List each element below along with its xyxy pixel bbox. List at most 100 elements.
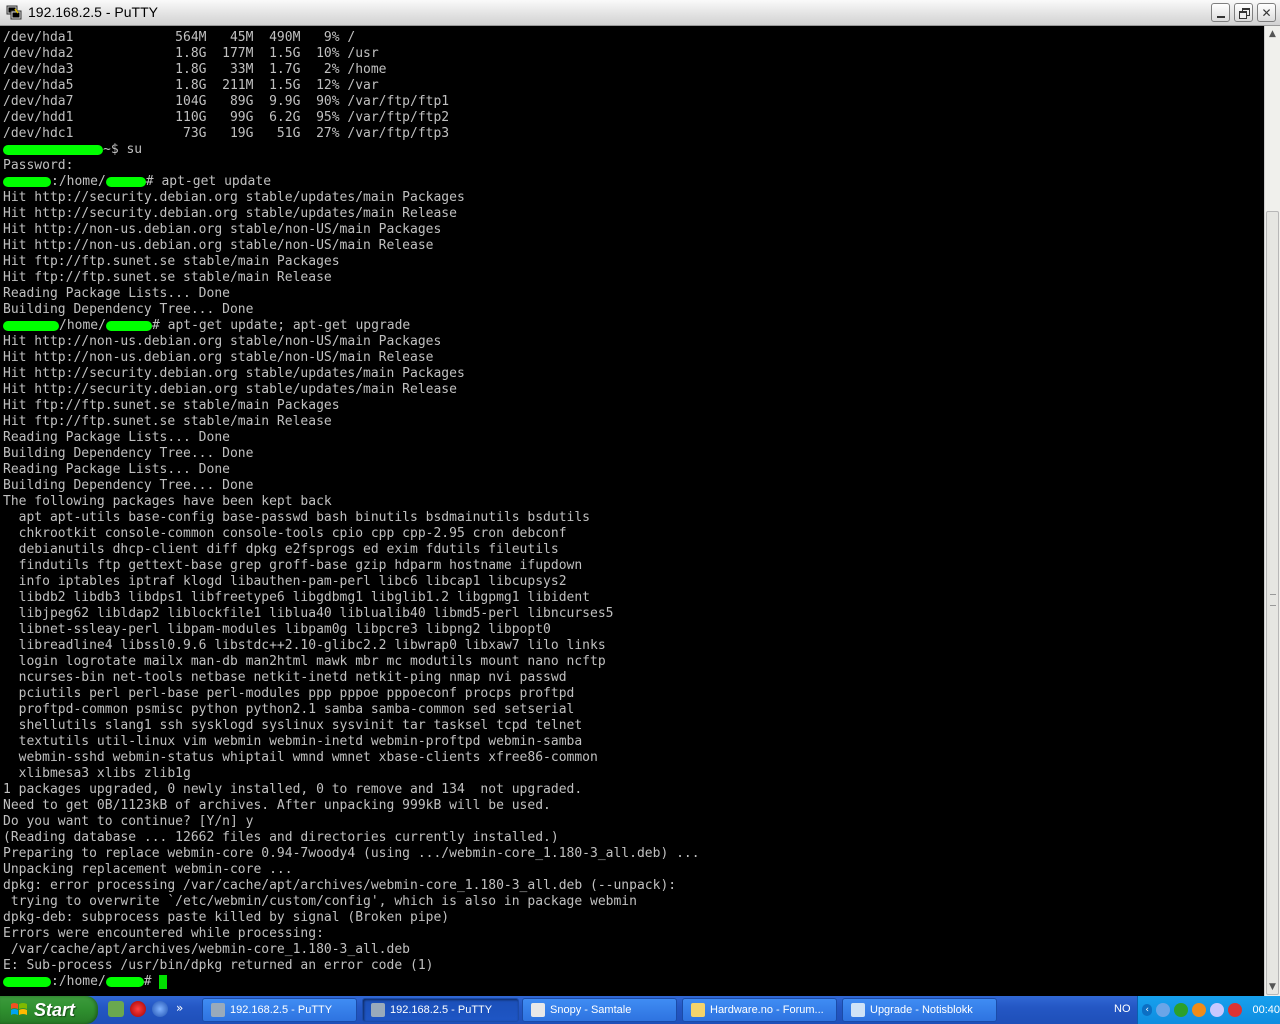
terminal-line: Building Dependency Tree... Done: [3, 478, 254, 493]
internet-explorer-icon[interactable]: [152, 1001, 168, 1017]
terminal-line: ncurses-bin net-tools netbase netkit-ine…: [3, 670, 567, 685]
scrollbar-thumb[interactable]: [1266, 211, 1279, 995]
terminal-line: /dev/hdd1 110G 99G 6.2G 95% /var/ftp/ftp…: [3, 110, 450, 125]
restore-icon: [1238, 7, 1250, 19]
task-label: 192.168.2.5 - PuTTY: [390, 1004, 493, 1016]
messenger-icon[interactable]: [1174, 1003, 1189, 1017]
close-icon: ✕: [1261, 5, 1272, 20]
redacted-text: [105, 176, 146, 187]
redacted-text: [3, 976, 51, 987]
system-tray: ‹ 00:40: [1137, 996, 1280, 1024]
redacted-text: [105, 320, 152, 331]
terminal-line: trying to overwrite `/etc/webmin/custom/…: [3, 894, 637, 909]
terminal-line: Hit ftp://ftp.sunet.se stable/main Packa…: [3, 398, 340, 413]
terminal-line: Reading Package Lists... Done: [3, 462, 230, 477]
close-button[interactable]: ✕: [1257, 3, 1276, 22]
firefox-icon[interactable]: [1192, 1003, 1207, 1017]
terminal-line: /home/# apt-get update; apt-get upgrade: [3, 318, 700, 334]
terminal-line: Reading Package Lists... Done: [3, 286, 230, 301]
terminal-line: :/home/# apt-get update: [3, 174, 700, 190]
task-putty-2[interactable]: 192.168.2.5 - PuTTY: [362, 998, 519, 1022]
terminal-line: apt apt-utils base-config base-passwd ba…: [3, 510, 590, 525]
vertical-scrollbar[interactable]: ▲ ▼: [1264, 26, 1280, 996]
users-icon[interactable]: [1210, 1003, 1225, 1017]
terminal-line: Hit http://non-us.debian.org stable/non-…: [3, 222, 442, 237]
clock: 00:40: [1252, 1004, 1280, 1016]
terminal-line: Hit http://non-us.debian.org stable/non-…: [3, 350, 434, 365]
terminal-line: 1 packages upgraded, 0 newly installed, …: [3, 782, 583, 797]
tray-expand-icon[interactable]: ‹: [1142, 1004, 1153, 1016]
terminal-line: /dev/hda3 1.8G 33M 1.7G 2% /home: [3, 62, 387, 77]
redacted-text: [105, 976, 144, 987]
language-indicator[interactable]: NO: [1114, 1003, 1131, 1015]
title-bar[interactable]: 192.168.2.5 - PuTTY ✕: [0, 0, 1280, 26]
terminal-area[interactable]: /dev/hda1 564M 45M 490M 9% //dev/hda2 1.…: [0, 26, 1264, 996]
maximize-button[interactable]: [1234, 3, 1253, 22]
terminal-cursor: [159, 974, 168, 989]
task-label: Upgrade - Notisblokk: [870, 1004, 973, 1016]
terminal-line: Hit ftp://ftp.sunet.se stable/main Relea…: [3, 414, 332, 429]
show-desktop-icon[interactable]: [108, 1001, 124, 1017]
terminal-line: Building Dependency Tree... Done: [3, 302, 254, 317]
quick-launch: »: [108, 1001, 183, 1019]
task-putty-1[interactable]: 192.168.2.5 - PuTTY: [202, 998, 357, 1022]
task-label: Snopy - Samtale: [550, 1004, 632, 1016]
terminal-line: dpkg-deb: subprocess paste killed by sig…: [3, 910, 450, 925]
terminal-line: ~$ su: [3, 142, 700, 158]
terminal-line: Hit ftp://ftp.sunet.se stable/main Packa…: [3, 254, 340, 269]
terminal-output: /dev/hda1 564M 45M 490M 9% //dev/hda2 1.…: [3, 30, 700, 990]
chat-icon: [531, 1003, 545, 1017]
terminal-line: Do you want to continue? [Y/n] y: [3, 814, 254, 829]
media-player-icon[interactable]: [130, 1001, 146, 1017]
terminal-line: E: Sub-process /usr/bin/dpkg returned an…: [3, 958, 434, 973]
scroll-down-arrow-icon[interactable]: ▼: [1265, 979, 1280, 995]
terminal-line: /var/cache/apt/archives/webmin-core_1.18…: [3, 942, 410, 957]
task-browser[interactable]: Hardware.no - Forum...: [682, 998, 837, 1022]
terminal-line: info iptables iptraf klogd libauthen-pam…: [3, 574, 567, 589]
network-icon[interactable]: [1156, 1003, 1171, 1017]
task-snopy[interactable]: Snopy - Samtale: [522, 998, 677, 1022]
scrollbar-grip-icon: [1270, 594, 1276, 606]
terminal-line: /dev/hda7 104G 89G 9.9G 90% /var/ftp/ftp…: [3, 94, 450, 109]
putty-window: 192.168.2.5 - PuTTY ✕ /dev/hda1 564M 45M…: [0, 0, 1280, 996]
terminal-line: xlibmesa3 xlibs zlib1g: [3, 766, 191, 781]
terminal-line: (Reading database ... 12662 files and di…: [3, 830, 559, 845]
terminal-line: Hit http://security.debian.org stable/up…: [3, 382, 457, 397]
notepad-icon: [851, 1003, 865, 1017]
terminal-line: Building Dependency Tree... Done: [3, 446, 254, 461]
terminal-line: /dev/hdc1 73G 19G 51G 27% /var/ftp/ftp3: [3, 126, 450, 141]
terminal-line: /dev/hda5 1.8G 211M 1.5G 12% /var: [3, 78, 379, 93]
quicklaunch-more-icon[interactable]: »: [176, 1001, 183, 1019]
windows-logo-icon: [11, 1003, 27, 1015]
terminal-line: libnet-ssleay-perl libpam-modules libpam…: [3, 622, 551, 637]
start-button[interactable]: Start: [0, 996, 98, 1024]
task-label: Hardware.no - Forum...: [710, 1004, 824, 1016]
redacted-text: [3, 176, 51, 187]
terminal-line: Preparing to replace webmin-core 0.94-7w…: [3, 846, 700, 861]
terminal-line: shellutils slang1 ssh sysklogd syslinux …: [3, 718, 583, 733]
terminal-line: Hit http://security.debian.org stable/up…: [3, 206, 457, 221]
terminal-line: webmin-sshd webmin-status whiptail wmnd …: [3, 750, 598, 765]
task-notepad[interactable]: Upgrade - Notisblokk: [842, 998, 997, 1022]
terminal-line: proftpd-common psmisc python python2.1 s…: [3, 702, 575, 717]
terminal-line: libreadline4 libssl0.9.6 libstdc++2.10-g…: [3, 638, 606, 653]
terminal-line: The following packages have been kept ba…: [3, 494, 332, 509]
terminal-line: Hit http://non-us.debian.org stable/non-…: [3, 334, 442, 349]
terminal-line: Need to get 0B/1123kB of archives. After…: [3, 798, 551, 813]
terminal-line: Hit http://security.debian.org stable/up…: [3, 366, 465, 381]
minimize-button[interactable]: [1211, 3, 1230, 22]
redacted-text: [3, 320, 59, 331]
volume-icon[interactable]: [1228, 1003, 1243, 1017]
start-label: Start: [34, 999, 76, 1020]
terminal-line: Hit http://non-us.debian.org stable/non-…: [3, 238, 434, 253]
terminal-line: libjpeg62 libldap2 liblockfile1 liblua40…: [3, 606, 614, 621]
scroll-up-arrow-icon[interactable]: ▲: [1265, 26, 1280, 42]
terminal-line: pciutils perl perl-base perl-modules ppp…: [3, 686, 575, 701]
redacted-text: [3, 144, 103, 155]
terminal-line: chkrootkit console-common console-tools …: [3, 526, 567, 541]
putty-icon: [211, 1003, 225, 1017]
terminal-line: Errors were encountered while processing…: [3, 926, 324, 941]
browser-icon: [691, 1003, 705, 1017]
terminal-line: Unpacking replacement webmin-core ...: [3, 862, 293, 877]
window-title: 192.168.2.5 - PuTTY: [28, 4, 158, 20]
